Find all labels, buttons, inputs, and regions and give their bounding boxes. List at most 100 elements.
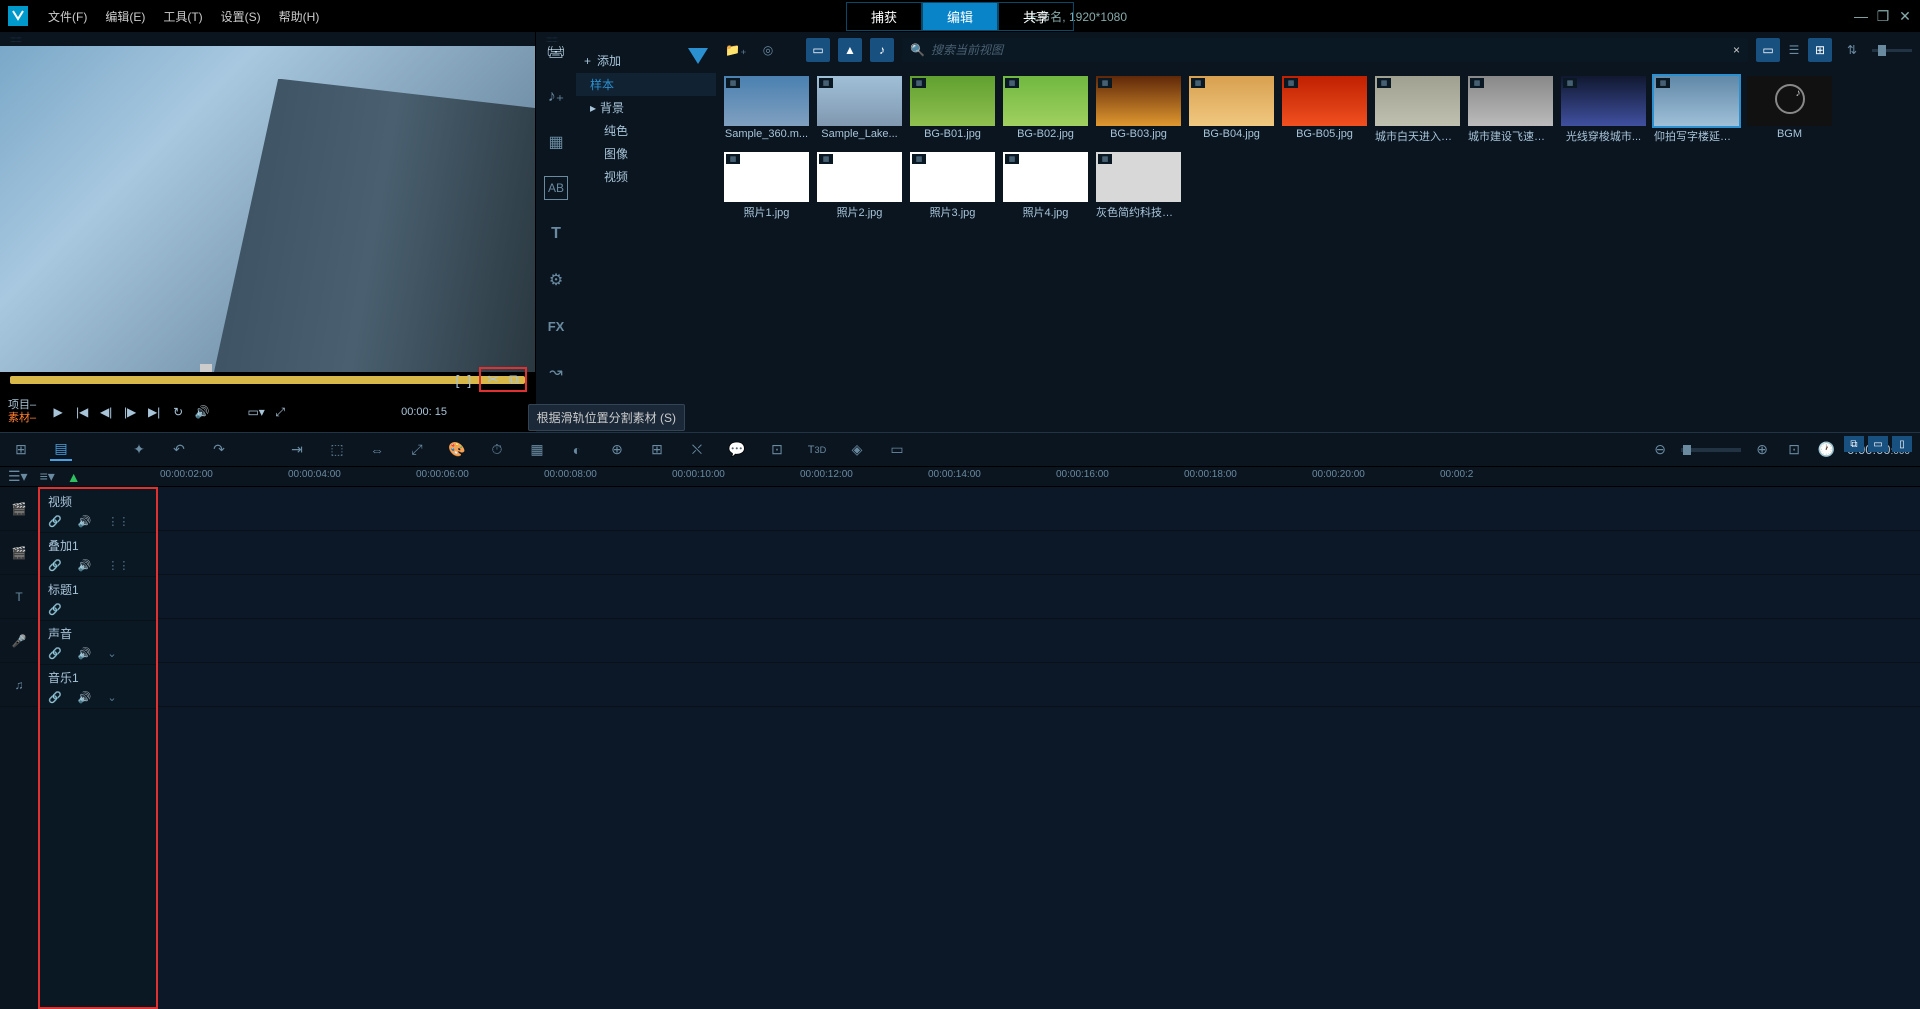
- panel-grip[interactable]: :::::::::: [0, 32, 535, 46]
- filter-video-button[interactable]: ▭: [806, 38, 830, 62]
- track-option-button[interactable]: 🔗: [48, 647, 62, 660]
- zoom-out-button[interactable]: ⊖: [1649, 439, 1671, 461]
- ripple-button[interactable]: ⇥: [286, 439, 308, 461]
- thumbnail-item[interactable]: ▦BG-B01.jpg: [910, 76, 995, 144]
- tree-sample[interactable]: 样本: [576, 73, 716, 96]
- motion-tab-icon[interactable]: ↝: [544, 360, 568, 384]
- thumbnail-item[interactable]: ▦城市白天进入夜...: [1375, 76, 1460, 144]
- track-header[interactable]: 音乐1🔗🔊⌄: [40, 665, 156, 709]
- track-option-button[interactable]: 🔊: [78, 647, 92, 660]
- track-option-button[interactable]: ⌄: [107, 691, 116, 704]
- scrub-playhead-icon[interactable]: [200, 364, 212, 372]
- thumbnail-item[interactable]: ▦照片1.jpg: [724, 152, 809, 220]
- copy-attrs-button[interactable]: ⧉: [509, 371, 519, 388]
- thumbnail-item[interactable]: ▦灰色简约科技背...: [1096, 152, 1181, 220]
- track-lane[interactable]: [158, 531, 1920, 575]
- zoom-in-button[interactable]: ⊕: [1751, 439, 1773, 461]
- close-button[interactable]: ✕: [1898, 9, 1912, 23]
- pan-zoom-button[interactable]: ⇔: [366, 439, 388, 461]
- next-frame-button[interactable]: |▶: [120, 402, 140, 422]
- subtitle-button[interactable]: 💬: [726, 439, 748, 461]
- track-lane[interactable]: [158, 619, 1920, 663]
- thumbnail-item[interactable]: ▦照片4.jpg: [1003, 152, 1088, 220]
- layout-button-2[interactable]: ▭: [1868, 436, 1888, 452]
- search-input[interactable]: [931, 43, 1727, 57]
- timer-button[interactable]: 🕐: [1815, 439, 1837, 461]
- prev-frame-button[interactable]: ◀|: [96, 402, 116, 422]
- chroma-button[interactable]: ▦: [526, 439, 548, 461]
- view-list-button[interactable]: ☰: [1782, 38, 1806, 62]
- record-button[interactable]: ◎: [756, 38, 780, 62]
- clear-search-button[interactable]: ×: [1733, 43, 1740, 57]
- thumbnail-item[interactable]: ▦BG-B02.jpg: [1003, 76, 1088, 144]
- resize-dropdown[interactable]: ▭▾: [246, 402, 266, 422]
- maximize-button[interactable]: ❐: [1876, 9, 1890, 23]
- menu-setting[interactable]: 设置(S): [221, 8, 261, 25]
- thumbnail-item[interactable]: ▦仰拍写字楼延时...: [1654, 76, 1739, 144]
- crop-button[interactable]: ⬚: [326, 439, 348, 461]
- mode-tab-edit[interactable]: 编辑: [922, 2, 998, 31]
- thumbnail-item[interactable]: ▦照片3.jpg: [910, 152, 995, 220]
- thumbnail-item[interactable]: ▦Sample_360.m...: [724, 76, 809, 144]
- menu-edit[interactable]: 编辑(E): [105, 8, 145, 25]
- menu-tool[interactable]: 工具(T): [163, 8, 202, 25]
- color-button[interactable]: 🎨: [446, 439, 468, 461]
- text-tab-icon[interactable]: T: [544, 222, 568, 246]
- track-option-button[interactable]: 🔗: [48, 515, 62, 528]
- track-lane[interactable]: [158, 575, 1920, 619]
- track-option-button[interactable]: 🔗: [48, 559, 62, 572]
- 3d-title-button[interactable]: T3D: [806, 439, 828, 461]
- layout-button-3[interactable]: ▯: [1892, 436, 1912, 452]
- zoom-slider[interactable]: [1681, 448, 1741, 452]
- track-option-button[interactable]: ⌄: [107, 647, 116, 660]
- track-option-button[interactable]: 🔗: [48, 691, 62, 704]
- track-option-button[interactable]: 🔗: [48, 603, 62, 616]
- 3d-button[interactable]: ◈: [846, 439, 868, 461]
- overlay-tab-icon[interactable]: ⚙: [544, 268, 568, 292]
- redo-button[interactable]: ↷: [208, 439, 230, 461]
- multi-cam-button[interactable]: ⊡: [766, 439, 788, 461]
- track-option-button[interactable]: 🔊: [78, 691, 92, 704]
- pin-icon[interactable]: [688, 48, 708, 64]
- thumbnail-item[interactable]: ▦光线穿梭城市...: [1561, 76, 1646, 144]
- track-lanes[interactable]: [158, 487, 1920, 1009]
- project-mode-label[interactable]: 项目–: [8, 399, 36, 412]
- add-marker-button[interactable]: ▲: [67, 469, 81, 485]
- clip-mode-label[interactable]: 素材–: [8, 412, 36, 425]
- track-motion-button[interactable]: ⊕: [606, 439, 628, 461]
- fx-tab-icon[interactable]: FX: [544, 314, 568, 338]
- proxy-button[interactable]: ⛌: [686, 439, 708, 461]
- search-box[interactable]: 🔍 ×: [902, 38, 1748, 62]
- track-option-button[interactable]: 🔊: [78, 515, 92, 528]
- filter-photo-button[interactable]: ▲: [838, 38, 862, 62]
- track-options-button[interactable]: ☰▾: [8, 468, 28, 485]
- layout-button-1[interactable]: ⧉: [1844, 436, 1864, 452]
- tree-background[interactable]: ▸背景: [576, 96, 716, 119]
- track-type-icon[interactable]: ♫: [0, 663, 38, 707]
- track-header[interactable]: 标题1🔗: [40, 577, 156, 621]
- track-option-button[interactable]: ⋮⋮: [107, 515, 129, 528]
- magic-tools-button[interactable]: ✦: [128, 439, 150, 461]
- split-clip-button[interactable]: ✂: [487, 371, 499, 388]
- tree-video[interactable]: 视频: [576, 165, 716, 188]
- thumbnail-item[interactable]: ▦城市建设飞速崛...: [1468, 76, 1553, 144]
- thumbnail-item[interactable]: ▦BG-B04.jpg: [1189, 76, 1274, 144]
- thumbnail-item[interactable]: ▦BG-B03.jpg: [1096, 76, 1181, 144]
- thumb-size-slider[interactable]: [1872, 49, 1912, 52]
- track-header[interactable]: 叠加1🔗🔊⋮⋮: [40, 533, 156, 577]
- chapter-button[interactable]: ▭: [886, 439, 908, 461]
- track-type-icon[interactable]: 🎬: [0, 531, 38, 575]
- mark-out-button[interactable]: ]: [467, 372, 471, 388]
- mode-tab-share[interactable]: 共享: [998, 2, 1074, 31]
- view-grid-button[interactable]: ⊞: [1808, 38, 1832, 62]
- track-header[interactable]: 视频🔗🔊⋮⋮: [40, 489, 156, 533]
- scrub-bar[interactable]: [ ] ✂ ⧉: [0, 372, 535, 392]
- library-grip[interactable]: :::::::::: [536, 32, 716, 46]
- minimize-button[interactable]: —: [1854, 9, 1868, 23]
- thumbnail-item[interactable]: ▦BG-B05.jpg: [1282, 76, 1367, 144]
- track-header[interactable]: 声音🔗🔊⌄: [40, 621, 156, 665]
- speed-button[interactable]: ⏱: [486, 439, 508, 461]
- mask-button[interactable]: ◐: [566, 439, 588, 461]
- filter-audio-button[interactable]: ♪: [870, 38, 894, 62]
- go-end-button[interactable]: ▶|: [144, 402, 164, 422]
